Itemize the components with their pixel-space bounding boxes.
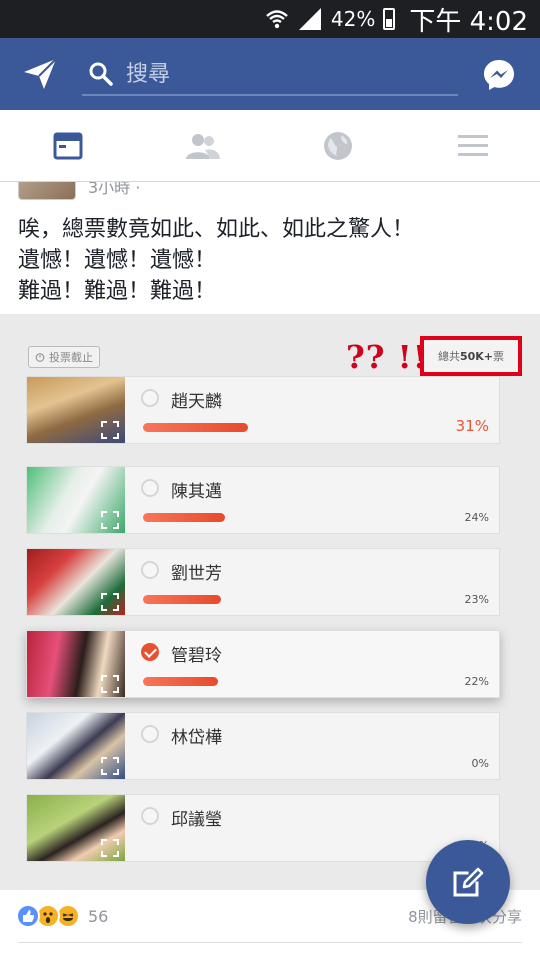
expand-icon [101, 593, 119, 611]
friends-icon [185, 133, 220, 159]
tab-news-feed[interactable] [0, 110, 135, 181]
battery-icon [383, 8, 396, 30]
poll-image[interactable]: 投票截止 ?? !! 總共 50K+ 票 趙天麟 31% 陳其邁 24% 劉世芳… [0, 314, 540, 890]
menu-icon [457, 134, 488, 156]
tab-bar [0, 110, 540, 182]
poll-option[interactable]: 劉世芳 23% [26, 548, 500, 616]
poll-option[interactable]: 陳其邁 24% [26, 466, 500, 534]
reaction-count: 56 [88, 906, 109, 926]
candidate-photo [27, 631, 125, 697]
poll-option[interactable]: 趙天麟 31% [26, 376, 500, 444]
like-reaction-icon [16, 904, 40, 928]
poll-option[interactable]: 林岱樺 0% [26, 712, 500, 780]
candidate-name: 管碧玲 [171, 646, 222, 666]
compose-icon [453, 867, 484, 897]
post-timestamp: 3小時 · [88, 182, 141, 197]
candidate-photo [27, 795, 125, 861]
poll-option[interactable]: 邱議瑩 0% [26, 794, 500, 862]
total-votes-suffix: 票 [493, 350, 505, 363]
search-icon [89, 62, 113, 86]
vote-bar [143, 513, 225, 522]
paper-plane-icon[interactable] [22, 56, 58, 92]
battery-percent: 42% [330, 7, 376, 31]
option-radio[interactable] [141, 725, 159, 743]
divider [18, 942, 522, 943]
vote-percent: 31% [455, 417, 489, 435]
post-line: 遺憾！遺憾！遺憾！ [18, 248, 217, 273]
vote-percent: 23% [464, 593, 489, 606]
option-radio-checked[interactable] [141, 643, 159, 661]
app-header [0, 38, 540, 110]
post-header: 3小時 · [0, 182, 540, 200]
total-votes-value: 50K+ [459, 349, 494, 363]
expand-icon [101, 757, 119, 775]
candidate-name: 邱議瑩 [171, 810, 222, 830]
alarm-icon [35, 353, 45, 362]
search-input[interactable] [126, 61, 426, 87]
handwritten-annotation: ?? !! [346, 338, 428, 376]
reactions-summary[interactable]: 56 [16, 904, 108, 928]
poll-option-selected[interactable]: 管碧玲 22% [26, 630, 500, 698]
candidate-name: 陳其邁 [171, 482, 222, 502]
globe-icon [323, 131, 352, 160]
post-body: 唉，總票數竟如此、如此、如此之驚人！ 遺憾！遺憾！遺憾！ 難過！難過！難過！ [18, 214, 518, 307]
candidate-photo [27, 713, 125, 779]
tab-notifications[interactable] [270, 110, 405, 181]
expand-icon [101, 421, 119, 439]
total-votes-prefix: 總共 [437, 350, 460, 363]
signal-icon [298, 8, 321, 30]
vote-bar [143, 423, 248, 432]
vote-percent: 24% [464, 511, 489, 524]
expand-icon [101, 839, 119, 857]
vote-percent: 22% [464, 675, 489, 688]
vote-percent: 0% [471, 757, 489, 770]
compose-button[interactable] [426, 840, 510, 924]
wifi-icon [266, 10, 288, 29]
messenger-icon[interactable] [482, 58, 516, 92]
option-radio[interactable] [141, 807, 159, 825]
vote-bar [143, 595, 221, 604]
candidate-name: 劉世芳 [171, 564, 222, 584]
total-votes-highlight: 總共 50K+ 票 [420, 336, 522, 376]
candidate-photo [27, 467, 125, 533]
candidate-photo [27, 549, 125, 615]
option-radio[interactable] [141, 389, 159, 407]
clock: 下午 4:02 [409, 6, 528, 37]
poll-closed-label: 投票截止 [49, 351, 93, 364]
expand-icon [101, 675, 119, 693]
candidate-photo [27, 377, 125, 443]
status-bar: 42% 下午 4:02 [0, 0, 540, 38]
expand-icon [101, 511, 119, 529]
candidate-name: 趙天麟 [171, 392, 222, 412]
post-line: 唉，總票數竟如此、如此、如此之驚人！ [18, 217, 415, 242]
poll-closed-badge: 投票截止 [28, 346, 100, 368]
tab-menu[interactable] [405, 110, 540, 181]
vote-bar [143, 677, 218, 686]
option-radio[interactable] [141, 479, 159, 497]
post-line: 難過！難過！難過！ [18, 279, 217, 304]
candidate-name: 林岱樺 [171, 728, 222, 748]
tab-friends[interactable] [135, 110, 270, 181]
author-avatar[interactable] [18, 182, 76, 200]
news-feed-icon [53, 132, 82, 159]
search-bar[interactable] [82, 54, 458, 96]
option-radio[interactable] [141, 561, 159, 579]
